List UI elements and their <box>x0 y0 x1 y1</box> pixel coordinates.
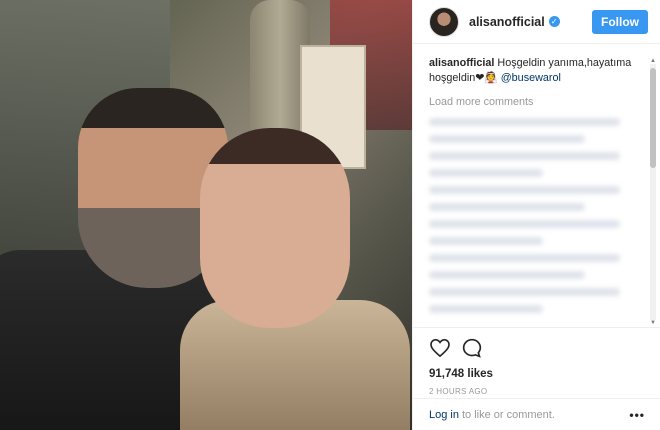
comment-line <box>429 203 585 211</box>
woman-face <box>200 128 350 328</box>
comments-scrollbar[interactable]: ▲ ▼ <box>650 58 656 326</box>
comment-line <box>429 169 544 177</box>
scroll-down-icon[interactable]: ▼ <box>650 320 656 326</box>
post-timestamp: 2 HOURS AGO <box>429 387 488 396</box>
comment-line <box>429 118 621 126</box>
comment-line <box>429 254 621 262</box>
login-prompt-text: to like or comment. <box>461 408 555 421</box>
comments-section: alisanofficial Hoşgeldin yanıma,hayatıma… <box>413 52 653 322</box>
post-actions: 91,748 likes 2 HOURS AGO <box>413 327 660 396</box>
comment-line <box>429 186 621 194</box>
verified-badge-icon: ✓ <box>548 16 560 27</box>
comment-line <box>429 271 585 279</box>
comment-line <box>429 152 621 160</box>
caption: alisanofficial Hoşgeldin yanıma,hayatıma… <box>429 56 637 86</box>
heart-icon[interactable] <box>429 337 451 359</box>
scroll-thumb[interactable] <box>650 68 656 168</box>
comment-line <box>429 220 621 228</box>
login-link[interactable]: Log in <box>429 409 459 421</box>
comment-line <box>429 135 585 143</box>
post-side-panel: alisanofficial ✓ Follow alisanofficial H… <box>412 0 660 430</box>
comment-line <box>429 237 544 245</box>
follow-button[interactable]: Follow <box>592 9 648 34</box>
blurred-comments <box>429 118 637 313</box>
post-photo <box>0 0 412 430</box>
more-options-icon[interactable]: ••• <box>629 408 645 422</box>
caption-mention[interactable]: @busewarol <box>501 72 561 84</box>
comment-line <box>429 305 544 313</box>
avatar[interactable] <box>429 6 459 37</box>
comment-icon[interactable] <box>461 337 483 359</box>
post-header: alisanofficial ✓ Follow <box>413 0 660 44</box>
caption-username[interactable]: alisanofficial <box>429 57 494 69</box>
likes-count[interactable]: 91,748 likes <box>429 368 645 380</box>
header-username[interactable]: alisanofficial <box>469 15 545 29</box>
action-icons <box>429 336 645 360</box>
login-footer: Log in to like or comment. ••• <box>413 398 660 430</box>
comment-line <box>429 288 621 296</box>
load-more-comments[interactable]: Load more comments <box>429 96 637 108</box>
